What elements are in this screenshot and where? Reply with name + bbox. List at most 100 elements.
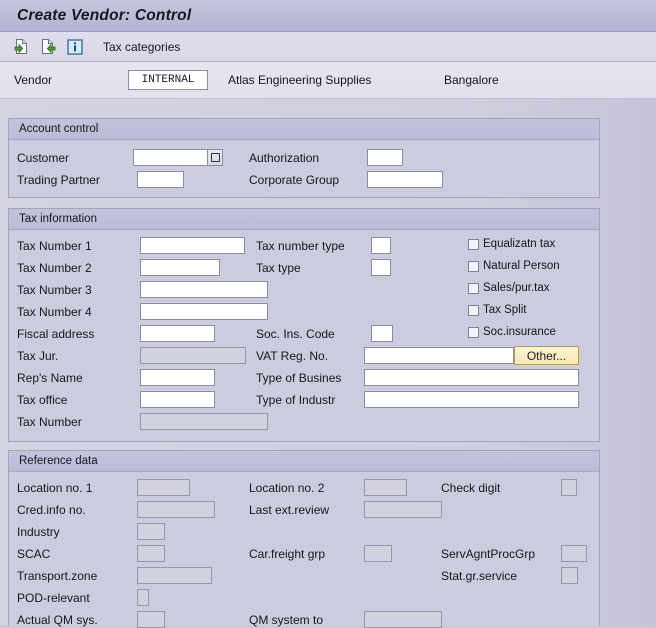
tax-type-input[interactable] — [371, 259, 391, 276]
account-control-body: Customer Authorization Trading Partner C… — [9, 140, 599, 196]
corporate-group-input[interactable] — [367, 171, 443, 188]
sales-pur-tax-label: Sales/pur.tax — [483, 282, 550, 294]
trading-partner-input[interactable] — [137, 171, 184, 188]
tax-information-panel: Tax information Tax Number 1 Tax number … — [8, 208, 600, 442]
application-toolbar: Tax categories — [0, 32, 656, 62]
location-no-2-label: Location no. 2 — [249, 481, 325, 495]
tax-type-label: Tax type — [256, 261, 301, 275]
fiscal-address-input[interactable] — [140, 325, 215, 342]
sales-pur-tax-checkbox[interactable] — [468, 283, 479, 294]
stat-gr-service-label: Stat.gr.service — [441, 569, 518, 583]
actual-qm-sys-input[interactable] — [137, 611, 165, 628]
reps-name-label: Rep's Name — [17, 371, 83, 385]
equalizatn-tax-label: Equalizatn tax — [483, 238, 556, 250]
reps-name-input[interactable] — [140, 369, 215, 386]
tax-information-header: Tax information — [9, 209, 599, 230]
copy-document-icon[interactable] — [39, 38, 57, 56]
authorization-label: Authorization — [249, 151, 320, 165]
tax-number-1-label: Tax Number 1 — [17, 239, 92, 253]
tax-number-type-label: Tax number type — [256, 239, 345, 253]
serv-agnt-proc-grp-input[interactable] — [561, 545, 587, 562]
cred-info-no-input[interactable] — [137, 501, 215, 518]
industry-input[interactable] — [137, 523, 165, 540]
vendor-number-field[interactable]: INTERNAL — [128, 70, 208, 90]
pod-relevant-label: POD-relevant — [17, 591, 90, 605]
serv-agnt-proc-grp-label: ServAgntProcGrp — [441, 547, 536, 561]
account-control-title: Account control — [19, 123, 99, 135]
corporate-group-label: Corporate Group — [249, 173, 340, 187]
stat-gr-service-input[interactable] — [561, 567, 578, 584]
type-of-industr-input[interactable] — [364, 391, 579, 408]
tax-office-input[interactable] — [140, 391, 215, 408]
fiscal-address-label: Fiscal address — [17, 327, 95, 341]
authorization-input[interactable] — [367, 149, 403, 166]
tax-number-3-label: Tax Number 3 — [17, 283, 92, 297]
natural-person-checkbox[interactable] — [468, 261, 479, 272]
reference-data-body: Location no. 1 Location no. 2 Check digi… — [9, 472, 599, 628]
tax-number-4-label: Tax Number 4 — [17, 305, 92, 319]
transport-zone-input[interactable] — [137, 567, 212, 584]
soc-insurance-label: Soc.insurance — [483, 326, 556, 338]
scac-input[interactable] — [137, 545, 165, 562]
reference-data-title: Reference data — [19, 455, 98, 467]
soc-ins-code-input[interactable] — [371, 325, 393, 342]
equalizatn-tax-checkbox[interactable] — [468, 239, 479, 250]
check-digit-label: Check digit — [441, 481, 501, 495]
location-no-1-input[interactable] — [137, 479, 190, 496]
scac-label: SCAC — [17, 547, 51, 561]
tax-number-input[interactable] — [140, 413, 268, 430]
create-document-icon[interactable] — [12, 38, 30, 56]
vendor-header-bar: Vendor INTERNAL Atlas Engineering Suppli… — [0, 62, 656, 99]
vendor-city: Bangalore — [444, 73, 499, 87]
tax-split-label: Tax Split — [483, 304, 527, 316]
check-digit-input[interactable] — [561, 479, 577, 496]
vat-reg-no-input[interactable] — [364, 347, 514, 364]
location-no-2-input[interactable] — [364, 479, 407, 496]
tax-information-body: Tax Number 1 Tax number type Tax Number … — [9, 230, 599, 440]
tax-categories-label[interactable]: Tax categories — [103, 40, 180, 54]
customer-lookup-icon[interactable] — [208, 149, 223, 166]
tax-number-1-input[interactable] — [140, 237, 245, 254]
trading-partner-label: Trading Partner — [17, 173, 100, 187]
pod-relevant-input[interactable] — [137, 589, 149, 606]
account-control-header: Account control — [9, 119, 599, 140]
last-ext-review-input[interactable] — [364, 501, 442, 518]
tax-number-type-input[interactable] — [371, 237, 391, 254]
reference-data-panel: Reference data Location no. 1 Location n… — [8, 450, 600, 628]
vendor-label: Vendor — [14, 73, 53, 87]
page-title: Create Vendor: Control — [17, 6, 192, 24]
tax-number-2-label: Tax Number 2 — [17, 261, 92, 275]
vendor-name: Atlas Engineering Supplies — [228, 73, 372, 87]
tax-number-2-input[interactable] — [140, 259, 220, 276]
location-no-1-label: Location no. 1 — [17, 481, 93, 495]
natural-person-label: Natural Person — [483, 260, 560, 272]
customer-input[interactable] — [133, 149, 208, 166]
sap-control-screen: Create Vendor: Control Tax categories Ve… — [0, 0, 656, 628]
window-titlebar: Create Vendor: Control — [0, 0, 656, 32]
tax-information-title: Tax information — [19, 213, 97, 225]
reference-data-header: Reference data — [9, 451, 599, 472]
tax-jur-input[interactable] — [140, 347, 246, 364]
type-of-industr-label: Type of Industr — [256, 393, 336, 407]
customer-label: Customer — [17, 151, 70, 165]
type-of-busines-label: Type of Busines — [256, 371, 342, 385]
car-freight-grp-label: Car.freight grp — [249, 547, 326, 561]
last-ext-review-label: Last ext.review — [249, 503, 330, 517]
other-button[interactable]: Other... — [514, 346, 579, 365]
tax-number-4-input[interactable] — [140, 303, 268, 320]
type-of-busines-input[interactable] — [364, 369, 579, 386]
vat-reg-no-label: VAT Reg. No. — [256, 349, 329, 363]
cred-info-no-label: Cred.info no. — [17, 503, 86, 517]
transport-zone-label: Transport.zone — [17, 569, 98, 583]
tax-split-checkbox[interactable] — [468, 305, 479, 316]
soc-insurance-checkbox[interactable] — [468, 327, 479, 338]
tax-office-label: Tax office — [17, 393, 68, 407]
soc-ins-code-label: Soc. Ins. Code — [256, 327, 335, 341]
car-freight-grp-input[interactable] — [364, 545, 392, 562]
qm-system-to-input[interactable] — [364, 611, 442, 628]
tax-number-3-input[interactable] — [140, 281, 268, 298]
account-control-panel: Account control Customer Authorization T… — [8, 118, 600, 198]
tax-jur-label: Tax Jur. — [17, 349, 59, 363]
info-icon[interactable] — [66, 38, 84, 56]
tax-number-label: Tax Number — [17, 415, 82, 429]
